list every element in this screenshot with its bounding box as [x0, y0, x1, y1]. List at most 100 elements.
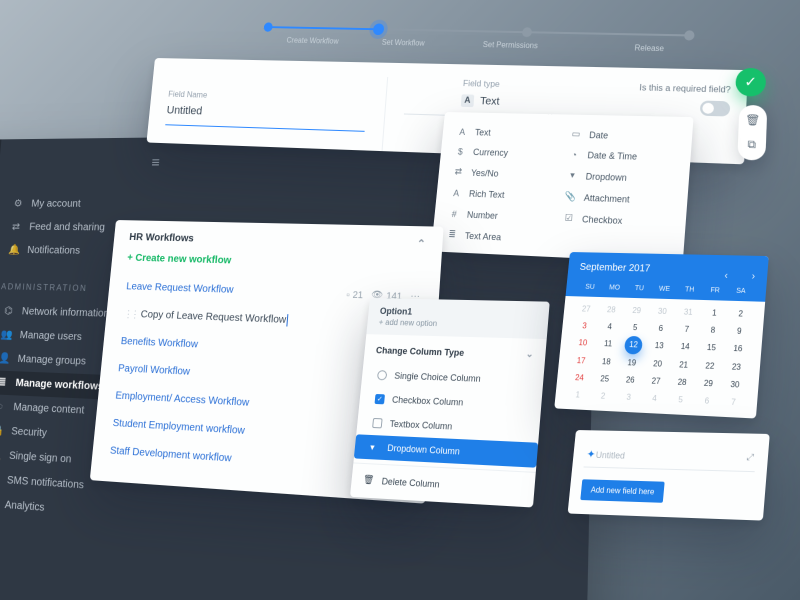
field-type-date-time[interactable]: ◔Date & Time [567, 150, 676, 163]
calendar-next[interactable]: › [751, 271, 755, 282]
type-icon: ≣ [445, 229, 458, 241]
expand-icon[interactable]: ⤢ [746, 452, 754, 465]
calendar-day: 5 [667, 395, 694, 405]
calendar-day[interactable]: 12 [624, 336, 643, 355]
field-type-text[interactable]: AText [456, 126, 561, 139]
step-4-label: Release [592, 43, 708, 55]
calendar-day[interactable]: 14 [672, 342, 699, 353]
calendar-day[interactable]: 11 [595, 339, 621, 350]
calendar-dow: WE [651, 286, 677, 294]
type-icon: # [448, 208, 461, 218]
calendar-prev[interactable]: ‹ [724, 270, 728, 281]
required-label: Is this a required field? [593, 82, 731, 95]
calendar-day[interactable]: 23 [723, 362, 750, 372]
step-4-dot[interactable] [684, 30, 695, 40]
calendar-day[interactable]: 10 [570, 338, 596, 349]
field-type-text-area[interactable]: ≣Text Area [445, 229, 551, 245]
field-type-dropdown[interactable]: ▾Dropdown [566, 170, 675, 185]
drag-handle-icon[interactable]: ⋮⋮ [123, 309, 137, 320]
calendar-day: 31 [675, 307, 702, 317]
step-2-label: Set Workflow [351, 37, 457, 48]
calendar-day[interactable]: 9 [726, 326, 753, 336]
calendar-day[interactable]: 30 [721, 379, 748, 389]
workflows-title: HR Workflows [129, 232, 194, 244]
step-1-dot[interactable] [263, 22, 273, 32]
calendar-day[interactable]: 8 [699, 325, 726, 335]
calendar-day[interactable]: 6 [648, 324, 675, 334]
calendar-day[interactable]: 2 [727, 309, 754, 319]
calendar-day: 4 [641, 393, 668, 403]
calendar-day[interactable]: 15 [698, 343, 725, 354]
sidebar-icon: ◌ [0, 401, 6, 413]
textbox-icon [372, 418, 383, 428]
required-toggle[interactable] [700, 101, 731, 117]
type-icon: ▾ [566, 170, 580, 182]
calendar-day[interactable]: 16 [724, 343, 751, 354]
workflow-stepper: Create Workflow Set Workflow Set Permiss… [262, 17, 695, 54]
calendar-day[interactable]: 7 [673, 324, 700, 334]
confirm-button[interactable]: ✓ [735, 68, 766, 97]
sidebar-item-my-account[interactable]: ⚙My account [8, 193, 158, 217]
type-icon: A [450, 188, 463, 198]
calendar-day[interactable]: 18 [593, 357, 619, 367]
calendar-day[interactable]: 24 [566, 373, 592, 383]
add-option-button[interactable]: + add new option [378, 318, 536, 331]
field-type-date[interactable]: ▭Date [569, 129, 678, 143]
calendar-dow: MO [602, 284, 627, 292]
dropdown-icon: ▾ [370, 442, 381, 453]
duplicate-icon[interactable]: ⧉ [742, 136, 761, 154]
calendar-day[interactable]: 1 [701, 308, 728, 318]
type-icon: $ [454, 147, 467, 157]
field-type-attachment[interactable]: 📎Attachment [564, 191, 674, 206]
new-field-input[interactable]: ✦ Untitled ⤢ [584, 442, 757, 472]
calendar-dow: SA [728, 288, 754, 296]
field-type-currency[interactable]: $Currency [454, 147, 559, 160]
type-icon: ◔ [567, 150, 581, 160]
calendar-day: 6 [693, 396, 720, 407]
type-icon: ⇄ [452, 166, 465, 177]
calendar-day[interactable]: 17 [568, 356, 594, 366]
calendar-day[interactable]: 20 [644, 359, 671, 369]
sidebar-icon: 🔒 [0, 425, 4, 437]
calendar-day[interactable]: 29 [695, 378, 722, 388]
calendar-day[interactable]: 25 [592, 374, 618, 384]
field-name-input[interactable]: Untitled [165, 99, 366, 132]
type-icon: A [456, 126, 469, 136]
calendar-dow: FR [702, 287, 728, 295]
calendar-day[interactable]: 21 [670, 360, 697, 370]
field-type-yes-no[interactable]: ⇄Yes/No [452, 166, 557, 180]
calendar-day: 1 [565, 390, 591, 400]
calendar-day[interactable]: 27 [643, 376, 670, 386]
new-field-card: ✦ Untitled ⤢ Add new field here [568, 430, 770, 521]
text-type-icon: A [461, 94, 474, 107]
calendar-day[interactable]: 28 [669, 377, 696, 387]
column-type-menu: Option1 + add new option Change Column T… [350, 298, 550, 508]
field-actions: 🗑 ⧉ [737, 105, 767, 161]
calendar-day[interactable]: 3 [572, 321, 598, 331]
chevron-down-icon[interactable]: ⌄ [525, 349, 533, 360]
step-3-dot[interactable] [522, 27, 532, 37]
field-type-number[interactable]: #Number [448, 208, 553, 223]
sidebar-icon: ⇄ [10, 222, 22, 233]
sidebar-icon: 🔔 [8, 245, 20, 256]
step-2-dot[interactable] [373, 23, 385, 35]
add-field-button[interactable]: Add new field here [580, 479, 665, 503]
field-type-checkbox[interactable]: ☑Checkbox [562, 212, 672, 228]
radio-icon [377, 370, 387, 380]
calendar-day[interactable]: 19 [619, 358, 645, 368]
create-workflow-button[interactable]: + Create new workflow [127, 253, 425, 272]
sidebar-icon: ⚙ [12, 199, 24, 210]
sidebar-icon: 🔍 [0, 449, 2, 461]
field-type-rich-text[interactable]: ARich Text [450, 187, 555, 202]
type-icon: ☑ [562, 212, 576, 224]
delete-icon[interactable]: 🗑 [743, 111, 762, 129]
calendar-day[interactable]: 26 [617, 375, 644, 385]
calendar-day[interactable]: 22 [696, 361, 723, 371]
type-icon: ▭ [569, 129, 583, 140]
calendar-day[interactable]: 5 [622, 323, 648, 333]
calendar-day[interactable]: 13 [646, 341, 673, 352]
collapse-icon[interactable]: ⌃ [416, 239, 426, 251]
step-3-label: Set Permissions [456, 40, 566, 51]
menu-icon[interactable]: ≡ [12, 154, 161, 171]
calendar-day[interactable]: 4 [597, 322, 623, 332]
